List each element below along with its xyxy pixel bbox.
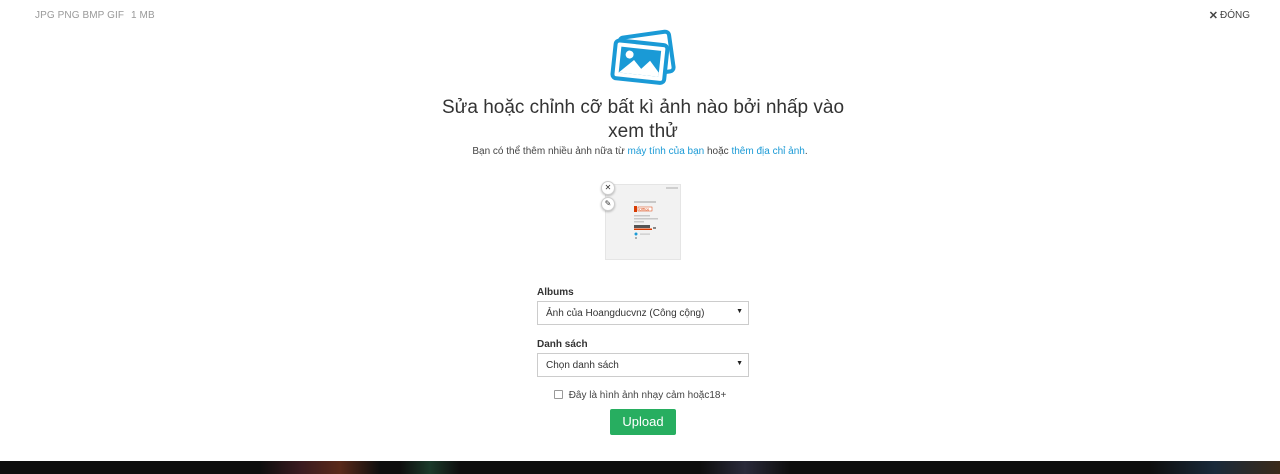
albums-select[interactable]: Ảnh của Hoangducvnz (Công cộng) ▼: [537, 301, 749, 325]
background-strip: [0, 461, 1280, 474]
sensitive-content-option: Đây là hình ảnh nhạy cảm hoặc18+: [0, 390, 1280, 401]
albums-label: Albums: [537, 287, 574, 298]
from-computer-link[interactable]: máy tính của bạn: [628, 146, 705, 157]
close-button[interactable]: ✕ ĐÓNG: [1209, 9, 1250, 22]
max-file-size: 1 MB: [131, 10, 155, 21]
file-format-info: JPG PNG BMP GIF 1 MB: [35, 10, 159, 21]
add-image-url-link[interactable]: thêm địa chỉ ảnh: [731, 146, 804, 157]
subtitle-prefix: Bạn có thể thêm nhiều ảnh nữa từ: [472, 146, 628, 157]
close-icon: ✕: [604, 183, 612, 192]
image-upload-icon: [610, 29, 676, 85]
page-title: Sửa hoặc chỉnh cỡ bất kì ảnh nào bởi nhấ…: [441, 97, 845, 142]
allowed-formats: JPG PNG BMP GIF: [35, 10, 125, 21]
image-thumbnail[interactable]: Office: [605, 184, 681, 260]
edit-image-button[interactable]: ✎: [601, 197, 615, 211]
subtitle-middle: hoặc: [704, 146, 732, 157]
thumbnail-preview: Office: [606, 185, 680, 259]
sensitive-checkbox[interactable]: [553, 390, 563, 399]
upload-button[interactable]: Upload: [610, 409, 676, 435]
office-brand-text: Office: [639, 207, 650, 212]
albums-selected-value: Ảnh của Hoangducvnz (Công cộng): [546, 308, 705, 319]
dropdown-arrow-icon: ▼: [736, 360, 743, 367]
sensitive-checkbox-label: Đây là hình ảnh nhạy cảm hoặc18+: [568, 390, 727, 401]
close-label: ĐÓNG: [1220, 10, 1250, 21]
list-selected-value: Chọn danh sách: [546, 360, 619, 371]
subtitle-suffix: .: [804, 146, 808, 157]
dropdown-arrow-icon: ▼: [736, 308, 743, 315]
remove-image-button[interactable]: ✕: [601, 181, 615, 195]
pencil-icon: ✎: [604, 199, 612, 208]
list-select[interactable]: Chọn danh sách ▼: [537, 353, 749, 377]
add-more-instructions: Bạn có thể thêm nhiều ảnh nữa từ máy tín…: [0, 146, 1280, 157]
list-label: Danh sách: [537, 339, 588, 350]
close-icon: ✕: [1208, 10, 1218, 22]
